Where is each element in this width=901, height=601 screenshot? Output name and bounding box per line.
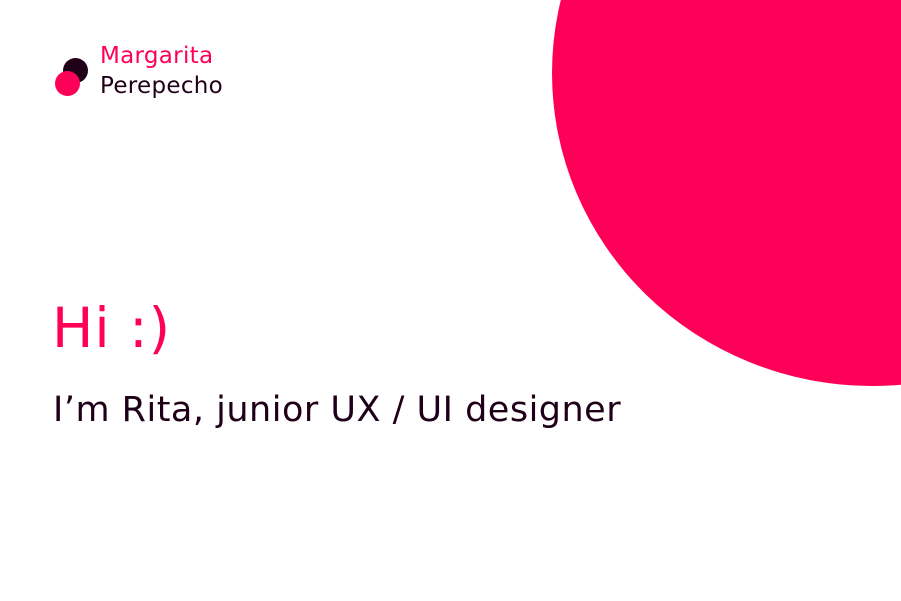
logo-name: Margarita Perepecho: [100, 41, 223, 101]
hero-tagline: I’m Rita, junior UX / UI designer: [53, 390, 622, 430]
logo-mark-icon: [54, 46, 94, 96]
logo-first-name: Margarita: [100, 43, 214, 69]
logo-last-name: Perepecho: [100, 73, 224, 99]
portfolio-landing-page: Margarita Perepecho Hi :) I’m Rita, juni…: [0, 0, 901, 601]
logo-pink-circle: [55, 71, 80, 96]
logo-home-link[interactable]: Margarita Perepecho: [54, 41, 223, 101]
decorative-pink-circle: [552, 0, 901, 386]
hero-greeting: Hi :): [52, 296, 172, 360]
